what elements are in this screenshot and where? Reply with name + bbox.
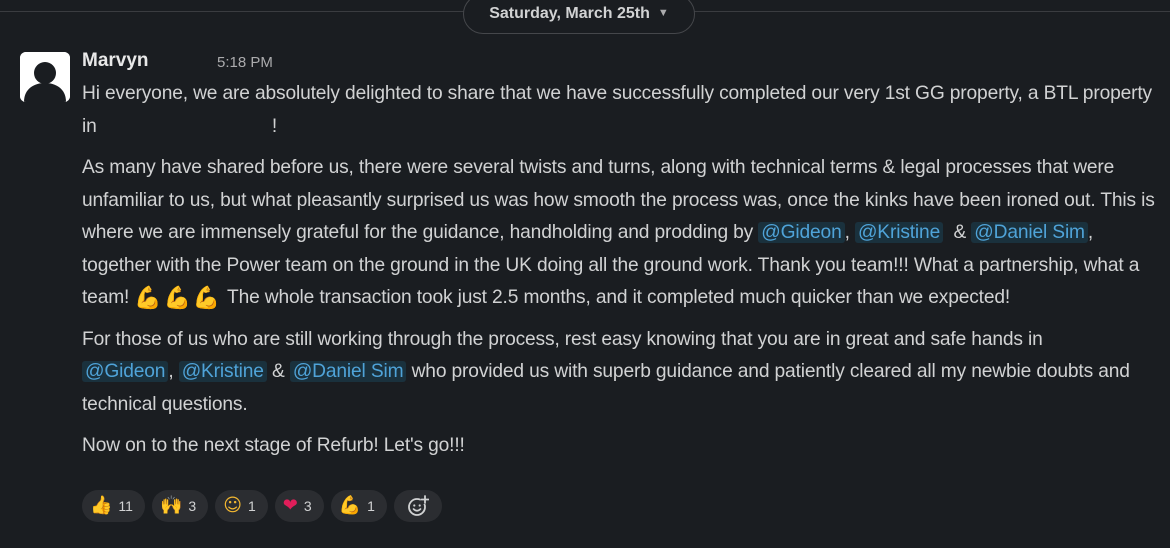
red-heart-icon: ❤ xyxy=(282,495,298,516)
reaction-count: 1 xyxy=(367,498,375,514)
reaction-count: 3 xyxy=(188,498,197,514)
text-span: & xyxy=(266,361,290,382)
text-span: The whole transaction took just 2.5 mont… xyxy=(222,287,1011,308)
reaction-red-heart[interactable]: ❤ 3 xyxy=(274,490,324,522)
mention-daniel-sim[interactable]: @Daniel Sim xyxy=(971,222,1088,243)
date-jump-button[interactable]: Saturday, March 25th ▼ xyxy=(463,0,695,34)
message-paragraph-1: Hi everyone, we are absolutely delighted… xyxy=(82,78,1157,143)
mention-kristine[interactable]: @Kristine xyxy=(178,361,267,382)
thumbs-up-icon: 👍 xyxy=(90,495,113,516)
sender-name[interactable]: Marvyn xyxy=(82,50,149,72)
text-span: & xyxy=(943,222,972,243)
default-user-avatar-icon xyxy=(20,52,70,102)
timestamp[interactable]: 5:18 PM xyxy=(217,54,273,71)
mention-daniel-sim[interactable]: @Daniel Sim xyxy=(289,361,407,382)
chevron-down-icon: ▼ xyxy=(657,7,669,19)
reaction-thumbs-up[interactable]: 👍 11 xyxy=(82,490,145,522)
day-divider: Saturday, March 25th ▼ xyxy=(0,0,1170,36)
reaction-flexed-biceps[interactable]: 💪 1 xyxy=(330,490,387,522)
mention-gideon[interactable]: @Gideon xyxy=(758,222,845,243)
text-span: , xyxy=(168,361,179,382)
add-reaction-button[interactable] xyxy=(393,490,442,522)
raising-hands-icon: 🙌 xyxy=(159,495,183,516)
text-span: ! xyxy=(271,115,278,137)
message-content: Marvyn 5:18 PM Hi everyone, we are absol… xyxy=(82,44,1157,463)
text-span: , xyxy=(844,222,850,243)
flexed-biceps-icon: 💪 xyxy=(163,286,191,311)
reaction-count: 1 xyxy=(247,498,256,514)
reactions-bar: 👍 11 🙌 3 ☺ 1 ❤ 3 💪 1 xyxy=(82,490,442,522)
smiling-face-icon: ☺ xyxy=(223,495,242,516)
mention-kristine[interactable]: @Kristine xyxy=(854,222,944,243)
reaction-smiling-face[interactable]: ☺ 1 xyxy=(215,490,268,522)
reaction-count: 3 xyxy=(303,498,312,514)
mention-gideon[interactable]: @Gideon xyxy=(82,361,169,382)
message-paragraph-4: Now on to the next stage of Refurb! Let'… xyxy=(82,435,465,456)
reaction-count: 11 xyxy=(118,498,133,514)
reaction-raising-hands[interactable]: 🙌 3 xyxy=(151,490,209,522)
text-span: Hi everyone, we are absolutely delighted… xyxy=(82,83,1152,137)
message-paragraph-3: For those of us who are still working th… xyxy=(82,324,1157,422)
avatar[interactable] xyxy=(20,52,70,102)
message-header: Marvyn 5:18 PM xyxy=(82,44,1157,78)
text-span: For those of us who are still working th… xyxy=(82,328,1043,350)
message-paragraph-2: As many have shared before us, there wer… xyxy=(82,152,1157,315)
redacted-location xyxy=(102,131,272,132)
flexed-biceps-icon: 💪 xyxy=(338,495,362,516)
add-reaction-icon xyxy=(407,495,429,516)
date-label: Saturday, March 25th xyxy=(489,5,650,22)
flexed-biceps-icon: 💪 xyxy=(192,286,221,311)
flexed-biceps-icon: 💪 xyxy=(134,286,162,311)
